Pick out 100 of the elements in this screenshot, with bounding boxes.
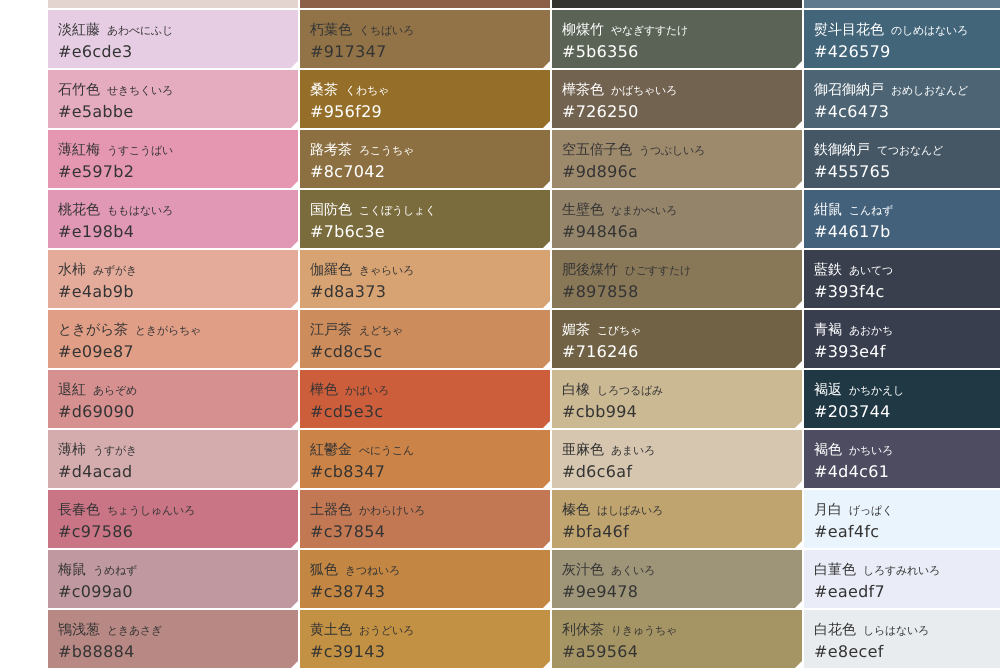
color-reading: あわべにふじ — [107, 23, 173, 38]
color-name: 狐色 — [310, 561, 338, 579]
color-name: 熨斗目花色 — [814, 21, 884, 39]
hex-code: #c97586 — [58, 522, 134, 541]
hex-code: #d6c6af — [562, 462, 634, 481]
corner-fold — [291, 541, 298, 548]
color-reading: えどちゃ — [359, 323, 403, 338]
color-name: 薄柿 — [58, 441, 86, 459]
corner-fold — [795, 241, 802, 248]
hex-code: #e09e87 — [58, 342, 135, 361]
color-reading: おめしおなんど — [891, 83, 968, 98]
hex-code: #4d4c61 — [814, 462, 890, 481]
color-reading: きつねいろ — [345, 563, 400, 578]
color-name: 白菫色 — [814, 561, 856, 579]
corner-fold — [795, 601, 802, 608]
corner-fold — [291, 241, 298, 248]
hex-code: #e4ab9b — [58, 282, 135, 301]
hex-code: #cd5e3c — [310, 402, 384, 421]
color-name: 桃花色 — [58, 201, 100, 219]
color-name: 生壁色 — [562, 201, 604, 219]
color-name: 土器色 — [310, 501, 352, 519]
corner-fold — [795, 661, 802, 668]
color-reading: こくぼうしょく — [359, 203, 436, 218]
color-name: 灰汁色 — [562, 561, 604, 579]
color-reading: かちかえし — [849, 383, 904, 398]
color-reading: ひごすすたけ — [625, 263, 691, 278]
color-reading: ろこうちゃ — [359, 143, 414, 158]
corner-fold — [795, 541, 802, 548]
corner-fold — [543, 661, 550, 668]
corner-fold — [795, 181, 802, 188]
corner-fold — [291, 361, 298, 368]
color-name: 御召御納戸 — [814, 81, 884, 99]
color-reading: りきゅうちゃ — [611, 623, 677, 638]
color-reading: きゃらいろ — [359, 263, 414, 278]
corner-fold — [291, 661, 298, 668]
color-name: 路考茶 — [310, 141, 352, 159]
hex-code: #e5abbe — [58, 102, 134, 121]
color-reading: こんねず — [849, 203, 893, 218]
hex-code: #d4acad — [58, 462, 134, 481]
hex-code: #d8a373 — [310, 282, 388, 301]
color-reading: べにうこん — [359, 443, 414, 458]
color-name: 江戸茶 — [310, 321, 352, 339]
color-reading: やなぎすすたけ — [611, 23, 688, 38]
hex-code: #e6cde3 — [58, 42, 134, 61]
hex-code: #393f4c — [814, 282, 886, 301]
color-name: 空五倍子色 — [562, 141, 632, 159]
corner-fold — [291, 181, 298, 188]
color-reading: のしめはないろ — [891, 23, 968, 38]
hex-code: #cb8347 — [310, 462, 386, 481]
hex-code: #c099a0 — [58, 582, 134, 601]
color-name: 紺鼠 — [814, 201, 842, 219]
corner-fold — [543, 601, 550, 608]
color-reading: こびちゃ — [597, 323, 641, 338]
hex-code: #c39143 — [310, 642, 386, 661]
color-reading: あくいろ — [611, 563, 655, 578]
color-name: 柳煤竹 — [562, 21, 604, 39]
color-name: 亜麻色 — [562, 441, 604, 459]
corner-fold — [543, 301, 550, 308]
color-reading: ももはないろ — [107, 203, 173, 218]
hex-code: #8c7042 — [310, 162, 386, 181]
color-name: 樺茶色 — [562, 81, 604, 99]
hex-code: #eaf4fc — [814, 522, 880, 541]
hex-code: #cd8c5c — [310, 342, 384, 361]
hex-code: #c38743 — [310, 582, 386, 601]
color-name: 肥後煤竹 — [562, 261, 618, 279]
color-reading: あおかち — [849, 323, 893, 338]
hex-code: #9d896c — [562, 162, 638, 181]
hex-code: #bfa46f — [562, 522, 630, 541]
color-reading: しろつるばみ — [597, 383, 663, 398]
color-reading: しろすみれいろ — [863, 563, 940, 578]
color-reading: あいてつ — [849, 263, 893, 278]
color-reading: ちょうしゅんいろ — [107, 503, 195, 518]
hex-code: #a59564 — [562, 642, 640, 661]
color-reading: げっぱく — [849, 503, 893, 518]
corner-fold — [795, 121, 802, 128]
color-name: 褐色 — [814, 441, 842, 459]
color-name: 桑茶 — [310, 81, 338, 99]
color-name: 鴇浅葱 — [58, 621, 100, 639]
hex-code: #c37854 — [310, 522, 386, 541]
hex-code: #897858 — [562, 282, 640, 301]
color-reading: おうどいろ — [359, 623, 414, 638]
color-name: 淡紅藤 — [58, 21, 100, 39]
color-name: ときがら茶 — [58, 321, 128, 339]
corner-fold — [291, 61, 298, 68]
color-reading: かわらけいろ — [359, 503, 425, 518]
hex-code: #956f29 — [310, 102, 384, 121]
color-name: 伽羅色 — [310, 261, 352, 279]
hex-code: #d69090 — [58, 402, 136, 421]
color-name: 白橡 — [562, 381, 590, 399]
color-reading: ときあさぎ — [107, 623, 162, 638]
corner-fold — [543, 121, 550, 128]
corner-fold — [543, 481, 550, 488]
corner-fold — [795, 361, 802, 368]
hex-code: #b88884 — [58, 642, 136, 661]
color-reading: あまいろ — [611, 443, 655, 458]
hex-code: #cbb994 — [562, 402, 638, 421]
color-name: 梅鼠 — [58, 561, 86, 579]
corner-fold — [543, 181, 550, 188]
hex-code: #e8ecef — [814, 642, 885, 661]
color-name: 鉄御納戸 — [814, 141, 870, 159]
